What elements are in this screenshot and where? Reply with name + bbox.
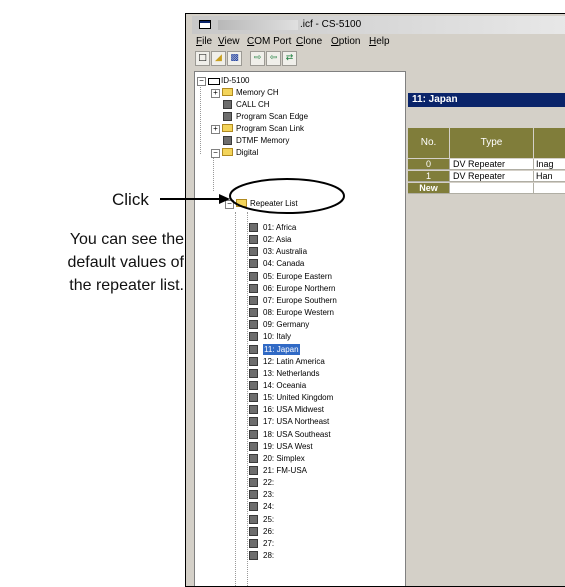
callout-ellipse [229,178,345,214]
callout-arrowhead [219,194,230,204]
callout-overlay [160,178,345,214]
